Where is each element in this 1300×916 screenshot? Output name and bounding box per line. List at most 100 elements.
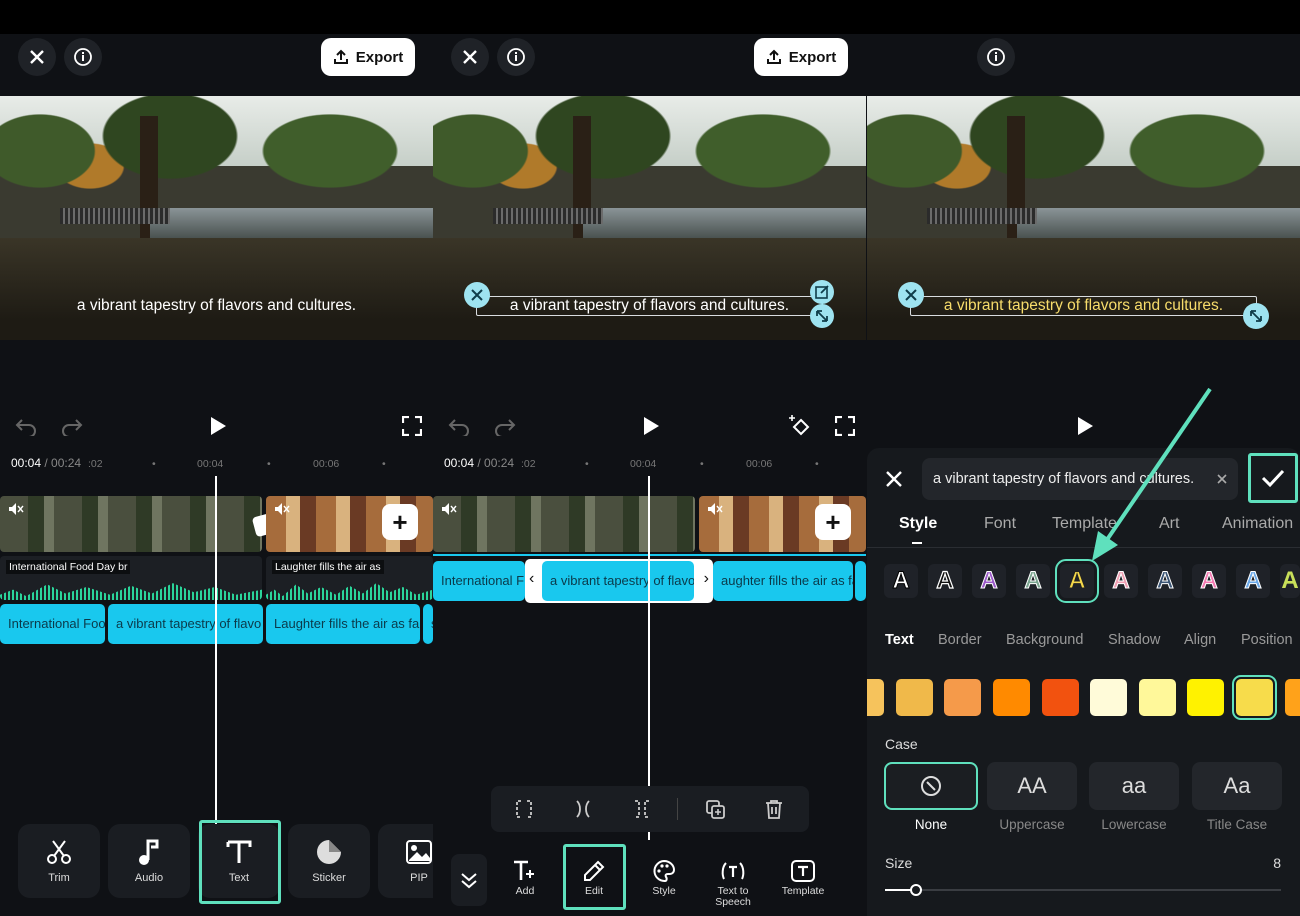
text-clip[interactable] bbox=[855, 561, 866, 601]
chevron-right-icon[interactable]: › bbox=[704, 570, 709, 588]
video-caption[interactable]: a vibrant tapestry of flavors and cultur… bbox=[0, 297, 433, 315]
undo-icon[interactable] bbox=[14, 416, 38, 436]
undo-icon[interactable] bbox=[447, 416, 471, 436]
info-button[interactable] bbox=[64, 38, 102, 76]
color-swatch[interactable] bbox=[1187, 679, 1224, 716]
tool-template[interactable]: Template bbox=[771, 856, 835, 897]
text-clip[interactable]: aughter fills the air as fa bbox=[713, 561, 853, 601]
color-swatch[interactable] bbox=[1139, 679, 1176, 716]
export-button[interactable]: Export bbox=[754, 38, 848, 76]
video-caption[interactable]: a vibrant tapestry of flavors and cultur… bbox=[867, 297, 1300, 315]
redo-icon[interactable] bbox=[60, 416, 84, 436]
color-swatch[interactable] bbox=[896, 679, 933, 716]
delete-caption-button[interactable] bbox=[898, 282, 924, 308]
subtab-border[interactable]: Border bbox=[938, 632, 982, 648]
close-icon bbox=[471, 289, 483, 301]
tool-text-to-speech[interactable]: Text to Speech bbox=[701, 856, 765, 908]
style-preset[interactable]: A bbox=[1280, 564, 1300, 598]
color-swatch[interactable] bbox=[1090, 679, 1127, 716]
style-preset[interactable]: A bbox=[1236, 564, 1270, 598]
case-none-button[interactable] bbox=[884, 762, 978, 810]
tab-font[interactable]: Font bbox=[984, 515, 1016, 533]
collapse-toolbar-button[interactable] bbox=[451, 854, 487, 906]
tool-audio[interactable]: Audio bbox=[108, 824, 190, 898]
split-icon[interactable] bbox=[572, 799, 594, 819]
close-button[interactable] bbox=[451, 38, 489, 76]
size-slider-track[interactable] bbox=[885, 889, 1281, 891]
tool-trim[interactable]: Trim bbox=[18, 824, 100, 898]
tool-add[interactable]: Add bbox=[493, 856, 557, 897]
add-clip-button[interactable]: + bbox=[815, 504, 851, 540]
subtab-position[interactable]: Position bbox=[1241, 632, 1293, 648]
color-swatch[interactable] bbox=[1285, 679, 1300, 716]
chevron-left-icon[interactable]: ‹ bbox=[529, 570, 534, 588]
subtab-text[interactable]: Text bbox=[885, 632, 914, 648]
export-button[interactable]: Export bbox=[321, 38, 415, 76]
play-icon[interactable] bbox=[641, 415, 661, 437]
text-clip[interactable]: Laughter fills the air as fa bbox=[266, 604, 420, 644]
subtab-background[interactable]: Background bbox=[1006, 632, 1083, 648]
case-uppercase-button[interactable]: AA bbox=[987, 762, 1077, 810]
trash-icon[interactable] bbox=[763, 799, 785, 819]
audio-track[interactable]: International Food Day br bbox=[0, 556, 262, 600]
style-preset[interactable]: A bbox=[928, 564, 962, 598]
clear-input-icon[interactable] bbox=[1217, 474, 1227, 484]
text-clip[interactable]: s bbox=[423, 604, 433, 644]
video-preview[interactable]: a vibrant tapestry of flavors and cultur… bbox=[433, 96, 866, 340]
confirm-button[interactable] bbox=[1248, 453, 1298, 503]
text-clip[interactable]: International F bbox=[433, 561, 525, 601]
audio-label: International Food Day br bbox=[6, 560, 131, 574]
selected-text-clip[interactable]: a vibrant tapestry of flavo bbox=[542, 561, 694, 601]
video-preview[interactable]: a vibrant tapestry of flavors and cultur… bbox=[867, 96, 1300, 340]
delete-caption-button[interactable] bbox=[464, 282, 490, 308]
subtab-shadow[interactable]: Shadow bbox=[1108, 632, 1160, 648]
tab-animation[interactable]: Animation bbox=[1222, 515, 1293, 533]
style-preset-selected[interactable]: A bbox=[1055, 559, 1099, 603]
text-clip[interactable]: a vibrant tapestry of flavo bbox=[108, 604, 263, 644]
style-preset[interactable]: A bbox=[1016, 564, 1050, 598]
keyframe-icon[interactable] bbox=[787, 413, 813, 439]
case-titlecase-button[interactable]: Aa bbox=[1192, 762, 1282, 810]
fullscreen-icon[interactable] bbox=[835, 416, 855, 436]
tool-pip[interactable]: PIP bbox=[378, 824, 433, 898]
color-swatch[interactable] bbox=[1042, 679, 1079, 716]
color-swatch[interactable] bbox=[944, 679, 981, 716]
info-button[interactable] bbox=[977, 38, 1015, 76]
split-left-icon[interactable] bbox=[513, 799, 535, 819]
style-preset[interactable]: A bbox=[1192, 564, 1226, 598]
sticker-icon bbox=[317, 840, 341, 864]
resize-caption-button[interactable] bbox=[810, 304, 834, 328]
video-preview[interactable]: a vibrant tapestry of flavors and cultur… bbox=[0, 96, 433, 340]
play-icon[interactable] bbox=[208, 415, 228, 437]
tab-style[interactable]: Style bbox=[899, 515, 937, 533]
resize-caption-button[interactable] bbox=[1243, 303, 1269, 329]
add-clip-button[interactable]: + bbox=[382, 504, 418, 540]
case-lowercase-button[interactable]: aa bbox=[1089, 762, 1179, 810]
color-swatch-selected[interactable] bbox=[1232, 675, 1277, 720]
style-preset[interactable]: A bbox=[972, 564, 1006, 598]
style-preset[interactable]: A bbox=[884, 564, 918, 598]
audio-track[interactable]: Laughter fills the air as bbox=[266, 556, 433, 600]
video-clip-park[interactable] bbox=[0, 496, 262, 552]
style-preset[interactable]: A bbox=[1104, 564, 1138, 598]
close-icon[interactable] bbox=[885, 470, 903, 488]
video-clip-park[interactable] bbox=[433, 496, 695, 552]
text-clip[interactable]: International Food bbox=[0, 604, 105, 644]
video-caption[interactable]: a vibrant tapestry of flavors and cultur… bbox=[433, 297, 866, 315]
color-swatch[interactable] bbox=[993, 679, 1030, 716]
fullscreen-icon[interactable] bbox=[402, 416, 422, 436]
split-right-icon[interactable] bbox=[631, 799, 653, 819]
no-entry-icon bbox=[921, 776, 941, 796]
close-button[interactable] bbox=[18, 38, 56, 76]
duplicate-icon[interactable] bbox=[705, 799, 727, 819]
color-swatch[interactable] bbox=[867, 679, 884, 716]
tool-sticker[interactable]: Sticker bbox=[288, 824, 370, 898]
playhead[interactable] bbox=[215, 476, 217, 874]
subtab-align[interactable]: Align bbox=[1184, 632, 1216, 648]
tool-style[interactable]: Style bbox=[632, 856, 696, 897]
redo-icon[interactable] bbox=[493, 416, 517, 436]
style-preset[interactable]: A bbox=[1148, 564, 1182, 598]
size-slider-thumb[interactable] bbox=[910, 884, 922, 896]
edit-caption-button[interactable] bbox=[810, 280, 834, 304]
info-button[interactable] bbox=[497, 38, 535, 76]
